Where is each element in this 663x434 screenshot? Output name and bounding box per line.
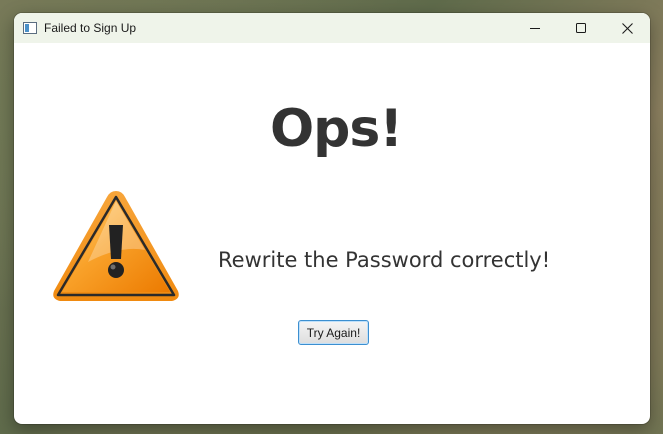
maximize-button[interactable] [558, 13, 604, 43]
close-icon [621, 22, 633, 34]
minimize-button[interactable] [512, 13, 558, 43]
dialog-window: Failed to Sign Up Ops! Rewrite the Passw… [14, 13, 650, 424]
try-again-button[interactable]: Try Again! [298, 320, 369, 345]
close-button[interactable] [604, 13, 650, 43]
minimize-icon [530, 28, 540, 29]
window-controls [512, 13, 650, 43]
error-message: Rewrite the Password correctly! [218, 248, 551, 272]
app-window-icon [23, 22, 37, 34]
title-bar[interactable]: Failed to Sign Up [14, 13, 650, 43]
warning-icon [53, 191, 179, 301]
dialog-content: Ops! Rewrite the Password correctly! Try… [14, 43, 650, 424]
maximize-icon [576, 23, 586, 33]
error-headline: Ops! [269, 99, 403, 159]
window-title: Failed to Sign Up [44, 21, 137, 35]
